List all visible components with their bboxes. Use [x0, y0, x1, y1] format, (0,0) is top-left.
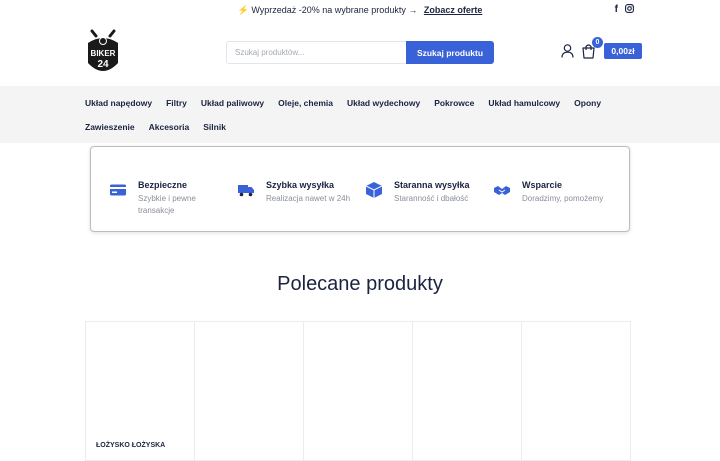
nav-item-uklad-hamulcowy[interactable]: Układ hamulcowy [481, 91, 567, 115]
product-card[interactable] [194, 321, 304, 461]
promo-link[interactable]: Zobacz oferte [424, 5, 483, 15]
feature-desc: Szybkie i pewne transakcje [138, 194, 196, 215]
nav-item-oleje-chemia[interactable]: Oleje, chemia [271, 91, 340, 115]
nav-item-akcesoria[interactable]: Akcesoria [142, 115, 197, 139]
feature-desc: Staranność i dbałość [394, 194, 469, 203]
feature-title: Bezpieczne [138, 180, 188, 190]
product-grid: ŁOŻYSKO ŁOŻYSKA [85, 321, 635, 461]
nav-item-uklad-paliwowy[interactable]: Układ paliwowy [194, 91, 271, 115]
site-logo[interactable]: BIKER 24 [84, 27, 122, 77]
box-icon [365, 181, 383, 199]
category-nav: Układ napędowy Filtry Układ paliwowy Ole… [0, 86, 720, 143]
features-panel: Bezpieczne Szybkie i pewne transakcje Sz… [90, 146, 630, 232]
cart-count-badge: 0 [592, 37, 603, 48]
cart-total-button[interactable]: 0,00zł [604, 43, 642, 59]
instagram-icon[interactable] [625, 4, 634, 16]
nav-item-silnik[interactable]: Silnik [196, 115, 233, 139]
promo-message: ⚡ Wyprzedaż -20% na wybrane produkty → Z… [0, 5, 720, 16]
product-card[interactable] [303, 321, 413, 461]
site-header: BIKER 24 Szukaj produktu 0 0,00zł [0, 20, 720, 86]
feature-desc: Realizacja nawet w 24h [266, 194, 351, 203]
section-title: Polecane produkty [277, 273, 443, 295]
svg-text:BIKER: BIKER [91, 49, 116, 58]
search-bar: Szukaj produktu [226, 41, 494, 64]
promo-text: ⚡ Wyprzedaż -20% na wybrane produkty → [237, 5, 418, 15]
product-name[interactable]: ŁOŻYSKO ŁOŻYSKA [96, 442, 165, 449]
feature-title: Wsparcie [522, 180, 563, 190]
nav-item-uklad-wydechowy[interactable]: Układ wydechowy [340, 91, 427, 115]
product-card[interactable] [412, 321, 522, 461]
nav-item-zawieszenie[interactable]: Zawieszenie [78, 115, 142, 139]
credit-card-icon [109, 181, 127, 199]
feature-title: Szybka wysyłka [266, 180, 335, 190]
search-button[interactable]: Szukaj produktu [406, 41, 494, 64]
feature-title: Staranna wysyłka [394, 180, 470, 190]
product-card[interactable]: ŁOŻYSKO ŁOŻYSKA [85, 321, 195, 461]
handshake-icon [493, 181, 511, 199]
feature-desc: Doradzimy, pomożemy [522, 194, 604, 203]
promo-bar: ⚡ Wyprzedaż -20% na wybrane produkty → Z… [0, 0, 720, 20]
nav-item-pokrowce[interactable]: Pokrowce [427, 91, 481, 115]
nav-item-filtry[interactable]: Filtry [159, 91, 194, 115]
truck-icon [237, 181, 255, 199]
product-card[interactable] [521, 321, 631, 461]
nav-item-opony[interactable]: Opony [567, 91, 608, 115]
facebook-icon[interactable]: f [615, 4, 618, 16]
svg-text:24: 24 [97, 59, 109, 70]
social-links: f [615, 4, 634, 16]
search-input[interactable] [226, 41, 406, 64]
user-icon[interactable] [561, 44, 574, 58]
nav-item-uklad-napedowy[interactable]: Układ napędowy [78, 91, 159, 115]
